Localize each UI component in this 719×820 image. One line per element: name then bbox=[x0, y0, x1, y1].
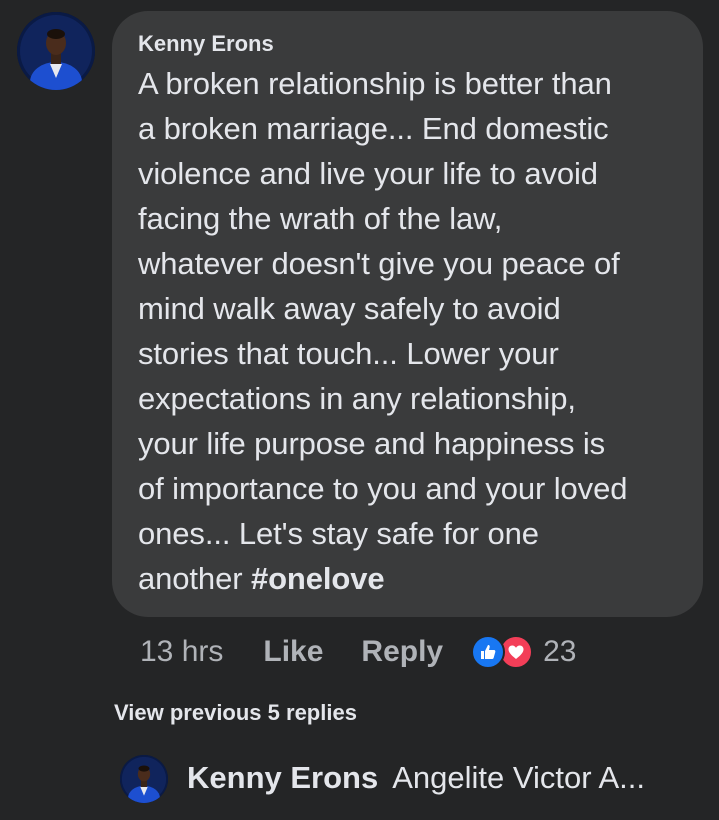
reaction-count: 23 bbox=[543, 635, 577, 668]
comment-author-name[interactable]: Kenny Erons bbox=[138, 33, 677, 57]
comment-text: A broken relationship is better than a b… bbox=[138, 61, 677, 601]
comment-text-line: your life purpose and happiness is bbox=[138, 426, 606, 461]
comment-text-line: expectations in any relationship, bbox=[138, 381, 576, 416]
comment-timestamp[interactable]: 13 hrs bbox=[140, 635, 223, 669]
comment-actions: 13 hrs Like Reply 23 bbox=[140, 630, 577, 674]
like-icon bbox=[471, 635, 506, 669]
comment-text-line: of importance to you and your loved bbox=[138, 471, 628, 506]
reply-preview[interactable]: Kenny Erons Angelite Victor A... bbox=[187, 760, 645, 796]
comment-text-line: A broken relationship is better than bbox=[138, 66, 612, 101]
avatar-photo-icon bbox=[120, 755, 168, 803]
comment-bubble: Kenny Erons A broken relationship is bet… bbox=[112, 11, 703, 617]
comment-text-last-line: another #onelove bbox=[138, 556, 677, 601]
comment-text-line: facing the wrath of the law, bbox=[138, 201, 503, 236]
comment-text-prefix: another bbox=[138, 561, 251, 596]
like-button[interactable]: Like bbox=[263, 635, 323, 669]
reply-avatar[interactable] bbox=[120, 755, 168, 803]
comment-text-line: stories that touch... Lower your bbox=[138, 336, 559, 371]
commenter-avatar[interactable] bbox=[17, 12, 95, 90]
comment-text-line: violence and live your life to avoid bbox=[138, 156, 598, 191]
comment-text-line: whatever doesn't give you peace of bbox=[138, 246, 620, 281]
comment-text-line: mind walk away safely to avoid bbox=[138, 291, 561, 326]
comment-text-line: ones... Let's stay safe for one bbox=[138, 516, 539, 551]
hashtag-link[interactable]: #onelove bbox=[251, 561, 385, 596]
reply-button[interactable]: Reply bbox=[361, 635, 443, 669]
comment-text-line: a broken marriage... End domestic bbox=[138, 111, 609, 146]
avatar-photo-icon bbox=[17, 12, 95, 90]
reactions-summary[interactable]: 23 bbox=[471, 635, 577, 669]
reply-author-name[interactable]: Kenny Erons bbox=[187, 760, 378, 795]
view-previous-replies-link[interactable]: View previous 5 replies bbox=[114, 700, 357, 726]
reply-preview-text: Angelite Victor A... bbox=[392, 760, 645, 795]
